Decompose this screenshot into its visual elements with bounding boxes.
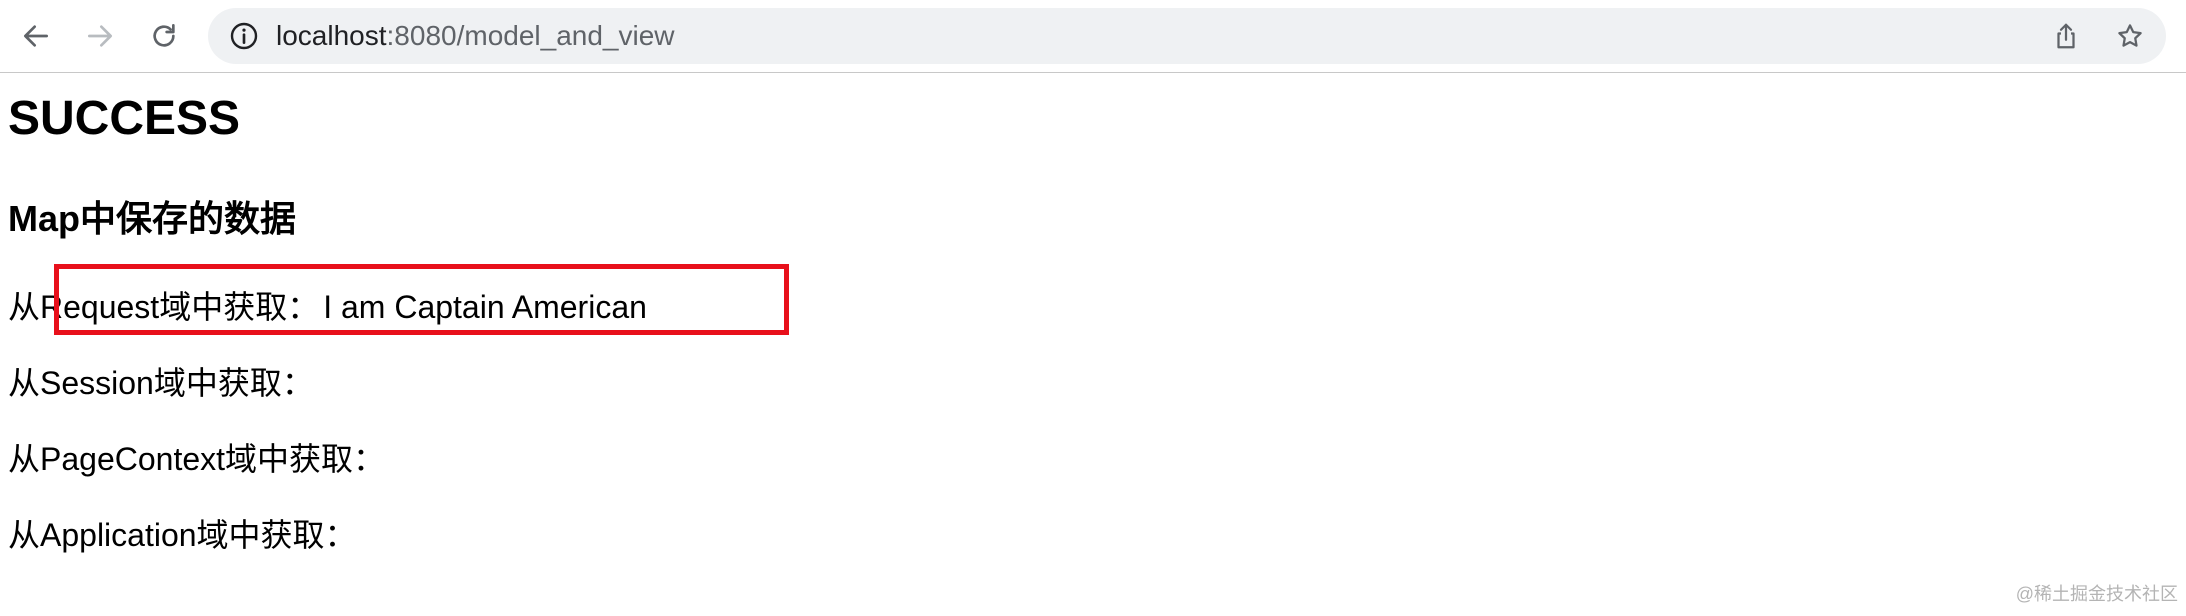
row-label: 从Application域中获取： bbox=[8, 517, 357, 553]
url-host: localhost bbox=[276, 20, 387, 51]
row-label: 从PageContext域中获取： bbox=[8, 441, 386, 477]
forward-arrow-icon bbox=[88, 25, 112, 47]
share-button[interactable] bbox=[2048, 18, 2084, 54]
application-scope-row: 从Application域中获取： bbox=[8, 519, 361, 551]
address-bar[interactable]: localhost:8080/model_and_view bbox=[208, 8, 2166, 64]
forward-button[interactable] bbox=[78, 14, 122, 58]
reload-icon bbox=[153, 24, 175, 47]
watermark: @稀土掘金技术社区 bbox=[2015, 584, 2178, 604]
session-scope-row: 从Session域中获取： bbox=[8, 367, 318, 399]
page-title: SUCCESS bbox=[8, 92, 241, 145]
star-icon bbox=[2118, 24, 2142, 47]
pagecontext-scope-row: 从PageContext域中获取： bbox=[8, 443, 389, 475]
url-path: :8080/model_and_view bbox=[386, 20, 675, 51]
info-icon[interactable] bbox=[228, 20, 260, 52]
back-arrow-icon bbox=[24, 25, 48, 47]
browser-toolbar: localhost:8080/model_and_view bbox=[0, 0, 2186, 73]
section-heading: Map中保存的数据 bbox=[8, 198, 297, 239]
reload-button[interactable] bbox=[142, 14, 186, 58]
bookmark-button[interactable] bbox=[2112, 18, 2148, 54]
share-icon bbox=[2057, 23, 2075, 49]
row-label: 从Session域中获取： bbox=[8, 365, 314, 401]
url-text[interactable]: localhost:8080/model_and_view bbox=[276, 8, 675, 64]
highlight-annotation-box bbox=[54, 264, 789, 335]
back-button[interactable] bbox=[14, 14, 58, 58]
